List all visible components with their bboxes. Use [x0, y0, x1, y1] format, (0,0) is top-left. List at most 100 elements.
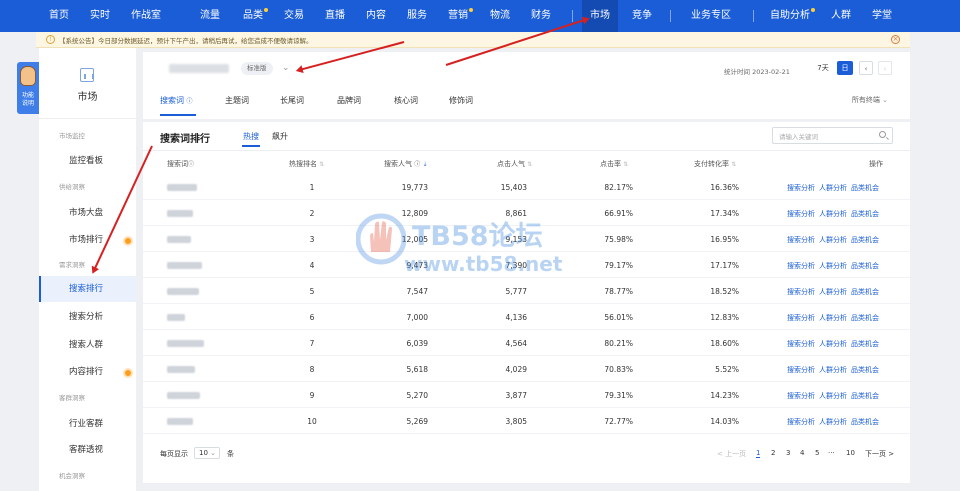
search-analysis-link[interactable]: 搜索分析 [787, 236, 815, 244]
col-click-popularity[interactable]: 点击人气 ⇅ [497, 159, 532, 169]
search-analysis-link[interactable]: 搜索分析 [787, 314, 815, 322]
keyword-search-input[interactable]: 请输入关键词 [772, 127, 893, 144]
category-opportunity-link[interactable]: 品类机会 [851, 418, 879, 426]
category-opportunity-link[interactable]: 品类机会 [851, 366, 879, 374]
chevron-down-icon[interactable]: ⌄ [282, 63, 290, 73]
tab-modifier-word[interactable]: 修饰词 [449, 95, 473, 106]
search-word-blurred[interactable] [167, 314, 185, 321]
next-page-button[interactable]: 下一页 > [865, 449, 894, 459]
search-word-blurred[interactable] [167, 366, 195, 373]
search-analysis-link[interactable]: 搜索分析 [787, 340, 815, 348]
tab-long-tail-word[interactable]: 长尾词 [280, 95, 304, 106]
page-3[interactable]: 3 [786, 449, 790, 457]
search-word-blurred[interactable] [167, 340, 204, 347]
search-analysis-link[interactable]: 搜索分析 [787, 262, 815, 270]
crowd-analysis-link[interactable]: 人群分析 [819, 262, 847, 270]
nav-transaction[interactable]: 交易 [284, 0, 304, 32]
sidebar-item-monitor-board[interactable]: 监控看板 [69, 154, 103, 166]
tab-rising[interactable]: 飙升 [272, 131, 288, 142]
nav-war-room[interactable]: 作战室 [131, 0, 161, 32]
nav-competition[interactable]: 竞争 [632, 0, 652, 32]
nav-logistics[interactable]: 物流 [490, 0, 510, 32]
search-icon[interactable] [879, 131, 886, 138]
sidebar-item-customer-insight[interactable]: 客群透视 [69, 443, 103, 455]
search-word-blurred[interactable] [167, 392, 200, 399]
crowd-analysis-link[interactable]: 人群分析 [819, 184, 847, 192]
search-analysis-link[interactable]: 搜索分析 [787, 210, 815, 218]
col-hot-rank[interactable]: 热搜排名 ⇅ [289, 159, 324, 169]
tab-topic-word[interactable]: 主题词 [225, 95, 249, 106]
page-1[interactable]: 1 [756, 449, 761, 458]
category-name-blurred[interactable] [169, 64, 229, 73]
page-10[interactable]: 10 [846, 449, 855, 457]
search-analysis-link[interactable]: 搜索分析 [787, 392, 815, 400]
nav-live[interactable]: 直播 [325, 0, 345, 32]
sidebar-item-content-ranking[interactable]: 内容排行 [69, 365, 103, 377]
tab-core-word[interactable]: 核心词 [394, 95, 418, 106]
sidebar-item-search-ranking[interactable]: 搜索排行 [39, 276, 136, 302]
nav-academy[interactable]: 学堂 [872, 0, 892, 32]
terminal-select[interactable]: 所有终端 ⌄ [852, 95, 888, 105]
tab-hot-search[interactable]: 热搜 [243, 131, 259, 142]
nav-crowd[interactable]: 人群 [831, 0, 851, 32]
range-7d-button[interactable]: 7天 [814, 61, 832, 75]
nav-content[interactable]: 内容 [366, 0, 386, 32]
page-4[interactable]: 4 [800, 449, 804, 457]
search-word-blurred[interactable] [167, 262, 202, 269]
crowd-analysis-link[interactable]: 人群分析 [819, 314, 847, 322]
nav-home[interactable]: 首页 [49, 0, 69, 32]
nav-traffic[interactable]: 流量 [200, 0, 220, 32]
search-word-blurred[interactable] [167, 288, 199, 295]
crowd-analysis-link[interactable]: 人群分析 [819, 288, 847, 296]
crowd-analysis-link[interactable]: 人群分析 [819, 392, 847, 400]
col-search-popularity[interactable]: 搜索人气 ⓘ ⇣ [384, 159, 428, 169]
crowd-analysis-link[interactable]: 人群分析 [819, 210, 847, 218]
category-opportunity-link[interactable]: 品类机会 [851, 184, 879, 192]
category-opportunity-link[interactable]: 品类机会 [851, 262, 879, 270]
next-date-button[interactable]: › [878, 61, 892, 75]
search-analysis-link[interactable]: 搜索分析 [787, 418, 815, 426]
col-click-rate[interactable]: 点击率 ⇅ [600, 159, 628, 169]
category-opportunity-link[interactable]: 品类机会 [851, 288, 879, 296]
search-word-blurred[interactable] [167, 184, 197, 191]
nav-marketing[interactable]: 营销 [448, 0, 468, 32]
nav-service[interactable]: 服务 [407, 0, 427, 32]
nav-realtime[interactable]: 实时 [90, 0, 110, 32]
crowd-analysis-link[interactable]: 人群分析 [819, 418, 847, 426]
col-pay-conversion[interactable]: 支付转化率 ⇅ [694, 159, 736, 169]
nav-category[interactable]: 品类 [243, 0, 263, 32]
feature-guide-tab[interactable]: 功能 说明 [17, 62, 39, 114]
prev-page-button[interactable]: < 上一页 [717, 449, 746, 459]
category-opportunity-link[interactable]: 品类机会 [851, 340, 879, 348]
crowd-analysis-link[interactable]: 人群分析 [819, 340, 847, 348]
search-analysis-link[interactable]: 搜索分析 [787, 288, 815, 296]
nav-finance[interactable]: 财务 [531, 0, 551, 32]
search-analysis-link[interactable]: 搜索分析 [787, 184, 815, 192]
close-icon[interactable]: × [891, 35, 900, 44]
page-ellipsis[interactable]: ··· [828, 449, 835, 457]
category-opportunity-link[interactable]: 品类机会 [851, 314, 879, 322]
search-word-blurred[interactable] [167, 210, 193, 217]
sidebar-item-market-overview[interactable]: 市场大盘 [69, 206, 103, 218]
sidebar-item-industry-customers[interactable]: 行业客群 [69, 417, 103, 429]
per-page-select[interactable]: 10 ⌄ [194, 447, 220, 459]
page-2[interactable]: 2 [771, 449, 775, 457]
tab-search-word[interactable]: 搜索词 ⓘ [160, 95, 193, 106]
crowd-analysis-link[interactable]: 人群分析 [819, 236, 847, 244]
sidebar-item-search-analysis[interactable]: 搜索分析 [69, 310, 103, 322]
search-analysis-link[interactable]: 搜索分析 [787, 366, 815, 374]
category-opportunity-link[interactable]: 品类机会 [851, 236, 879, 244]
crowd-analysis-link[interactable]: 人群分析 [819, 366, 847, 374]
range-day-button[interactable]: 日 [837, 61, 853, 75]
category-opportunity-link[interactable]: 品类机会 [851, 392, 879, 400]
nav-self-analysis[interactable]: 自助分析 [770, 0, 810, 32]
search-word-blurred[interactable] [167, 418, 193, 425]
page-5[interactable]: 5 [815, 449, 819, 457]
tab-brand-word[interactable]: 品牌词 [337, 95, 361, 106]
search-word-blurred[interactable] [167, 236, 191, 243]
nav-business-zone[interactable]: 业务专区 [691, 0, 731, 32]
category-opportunity-link[interactable]: 品类机会 [851, 210, 879, 218]
sidebar-item-market-ranking[interactable]: 市场排行 [69, 233, 103, 245]
sidebar-item-search-crowd[interactable]: 搜索人群 [69, 338, 103, 350]
prev-date-button[interactable]: ‹ [859, 61, 873, 75]
